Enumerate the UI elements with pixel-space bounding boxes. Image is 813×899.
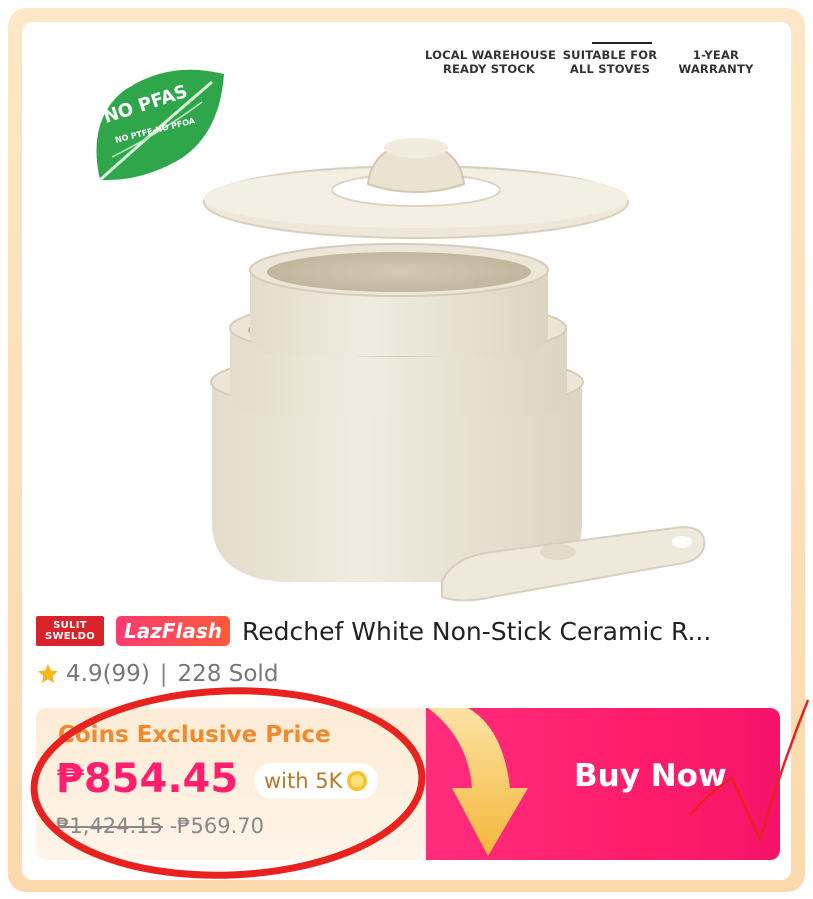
buy-now-button[interactable]: Buy Now bbox=[574, 758, 727, 794]
price-strip[interactable]: Coins Exclusive Price ₱854.45 with 5K ₱1… bbox=[36, 708, 780, 860]
badge-local-warehouse: LOCAL WAREHOUSE READY STOCK bbox=[425, 48, 557, 76]
coin-icon bbox=[347, 771, 368, 791]
sulit-sweldo-tag: SULIT SWELDO bbox=[36, 616, 104, 646]
coins-text: with 5K bbox=[264, 769, 343, 793]
current-price: ₱854.45 bbox=[56, 756, 239, 802]
rating-score: 4.9(99) bbox=[66, 661, 150, 687]
badge-warranty: 1-YEAR WARRANTY bbox=[678, 48, 754, 76]
badge-underline bbox=[592, 42, 652, 44]
rating-separator: | bbox=[159, 661, 168, 687]
feature-badges: LOCAL WAREHOUSE READY STOCK SUITABLE FOR… bbox=[420, 42, 765, 102]
product-image[interactable]: NO PFAS NO PTFE·NO PFOA LOCAL WAREHOUSE … bbox=[22, 22, 791, 602]
coins-exclusive-label: Coins Exclusive Price bbox=[58, 722, 331, 748]
original-price: ₱1,424.15 bbox=[56, 814, 163, 838]
product-card[interactable]: NO PFAS NO PTFE·NO PFOA LOCAL WAREHOUSE … bbox=[22, 22, 791, 880]
title-row[interactable]: SULIT SWELDO LazFlash Redchef White Non-… bbox=[36, 612, 786, 650]
arrow-down-icon bbox=[428, 708, 528, 856]
discount-amount: -₱569.70 bbox=[169, 814, 264, 838]
coins-pill: with 5K bbox=[254, 763, 379, 799]
original-price-row: ₱1,424.15 -₱569.70 bbox=[56, 814, 264, 838]
sold-count: 228 Sold bbox=[177, 661, 279, 687]
rating-row: 4.9(99) | 228 Sold bbox=[36, 657, 278, 691]
lazflash-tag: LazFlash bbox=[116, 616, 231, 646]
badge-suitable-stoves: SUITABLE FOR ALL STOVES bbox=[562, 48, 658, 76]
star-icon bbox=[38, 664, 58, 683]
product-title[interactable]: Redchef White Non-Stick Ceramic R... bbox=[242, 617, 772, 646]
